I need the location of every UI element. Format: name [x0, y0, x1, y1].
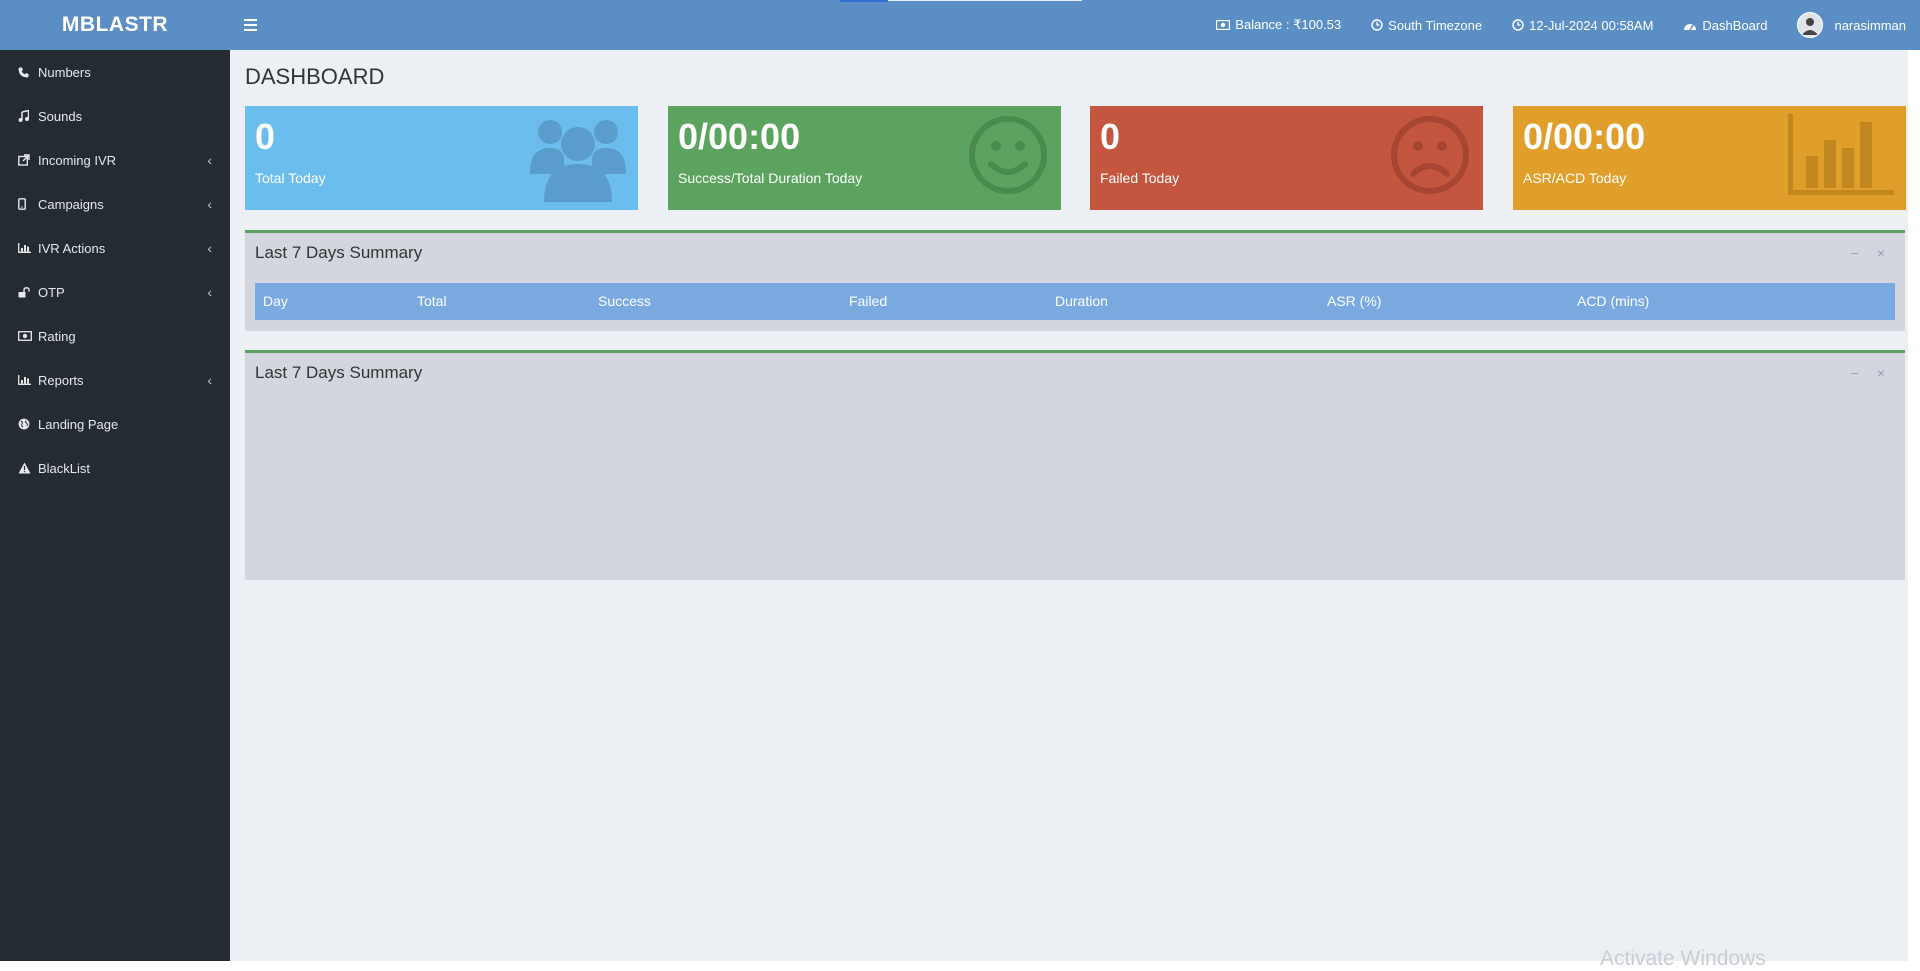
datetime-text: 12-Jul-2024 00:58AM: [1529, 17, 1654, 33]
stat-failed-today: 0 Failed Today: [1090, 106, 1483, 210]
chevron-left-icon[interactable]: ‹: [207, 240, 212, 256]
sidebar: Numbers Sounds Incoming IVR ‹ Campaigns ‹ IVR …: [0, 50, 230, 961]
mobile-icon: [18, 198, 38, 210]
external-link-icon: [18, 154, 38, 166]
panel-tools: − ×: [1851, 245, 1885, 261]
stat-value: 0/00:00: [1523, 116, 1646, 157]
top-navbar: Balance : ₹100.53 South Timezone 12-Jul-…: [230, 0, 1920, 50]
activate-windows-watermark: Activate Windows: [1600, 947, 1766, 970]
page-title: DASHBOARD: [245, 64, 385, 89]
top-accent-bar: [840, 0, 888, 2]
menu-toggle-icon[interactable]: [244, 15, 260, 35]
username: narasimman: [1834, 17, 1906, 33]
bar-chart-icon: [18, 243, 38, 253]
column-header-duration[interactable]: Duration: [1055, 293, 1108, 309]
sidebar-item-blacklist[interactable]: BlackList: [0, 446, 230, 490]
balance-indicator[interactable]: Balance : ₹100.53: [1216, 17, 1341, 33]
dashboard-link-text: DashBoard: [1702, 17, 1768, 33]
money-icon: [18, 331, 38, 341]
sidebar-item-label: Rating: [38, 328, 76, 344]
avatar: [1797, 12, 1824, 38]
sidebar-item-label: Reports: [38, 372, 84, 388]
stat-asr-acd-today: 0/00:00 ASR/ACD Today: [1513, 106, 1906, 210]
stat-label: Total Today: [255, 170, 326, 186]
brand-logo[interactable]: MBLASTR: [0, 0, 230, 50]
frown-icon: [1391, 116, 1469, 194]
minimize-icon[interactable]: −: [1851, 245, 1859, 261]
column-header-total[interactable]: Total: [417, 293, 447, 309]
summary-panel-table: Last 7 Days Summary − × Day Total Succes…: [245, 230, 1905, 331]
sidebar-item-landing-page[interactable]: Landing Page: [0, 402, 230, 446]
stat-value: 0: [255, 116, 276, 157]
sidebar-item-rating[interactable]: Rating: [0, 314, 230, 358]
app-window: MBLASTR Balance : ₹100.53 South Timezone: [0, 0, 1920, 970]
datetime-indicator[interactable]: 12-Jul-2024 00:58AM: [1512, 18, 1653, 33]
stat-label: Failed Today: [1100, 170, 1180, 186]
chevron-left-icon[interactable]: ‹: [207, 196, 212, 212]
timezone-indicator[interactable]: South Timezone: [1371, 18, 1482, 33]
sidebar-menu: Numbers Sounds Incoming IVR ‹ Campaigns ‹ IVR …: [0, 50, 230, 490]
unlock-icon: [18, 286, 38, 298]
column-header-acd[interactable]: ACD (mins): [1577, 293, 1649, 309]
sidebar-item-reports[interactable]: Reports ‹: [0, 358, 230, 402]
panel-title: Last 7 Days Summary: [255, 243, 423, 262]
bar-chart-icon: [1788, 114, 1894, 195]
stat-label: Success/Total Duration Today: [678, 170, 863, 186]
sidebar-item-numbers[interactable]: Numbers: [0, 50, 230, 94]
sidebar-item-label: Sounds: [38, 108, 83, 124]
chevron-left-icon[interactable]: ‹: [207, 152, 212, 168]
sidebar-item-incoming-ivr[interactable]: Incoming IVR ‹: [0, 138, 230, 182]
stat-value: 0/00:00: [678, 116, 801, 157]
music-icon: [18, 110, 38, 122]
sidebar-item-otp[interactable]: OTP ‹: [0, 270, 230, 314]
dashboard-link[interactable]: DashBoard: [1683, 18, 1767, 33]
smile-icon: [969, 116, 1047, 194]
column-header-failed[interactable]: Failed: [849, 293, 887, 309]
stat-value: 0: [1100, 116, 1121, 157]
brand-name: MBLASTR: [61, 13, 169, 36]
column-header-success[interactable]: Success: [598, 293, 651, 309]
sidebar-item-sounds[interactable]: Sounds: [0, 94, 230, 138]
warning-icon: [18, 462, 38, 474]
users-icon: [530, 120, 626, 202]
sidebar-item-campaigns[interactable]: Campaigns ‹: [0, 182, 230, 226]
summary-panel-chart: Last 7 Days Summary − ×: [245, 350, 1905, 580]
minimize-icon[interactable]: −: [1851, 365, 1859, 381]
right-edge: [1908, 50, 1920, 961]
stat-label: ASR/ACD Today: [1523, 170, 1627, 186]
clock-icon: [1512, 19, 1524, 31]
chevron-left-icon[interactable]: ‹: [207, 284, 212, 300]
globe-icon: [18, 418, 38, 430]
user-avatar-icon: [1802, 18, 1819, 35]
sidebar-item-label: BlackList: [38, 460, 91, 476]
sidebar-item-ivr-actions[interactable]: IVR Actions ‹: [0, 226, 230, 270]
user-menu[interactable]: narasimman: [1797, 12, 1906, 38]
balance-text: Balance : ₹100.53: [1235, 17, 1342, 32]
sidebar-item-label: Incoming IVR: [38, 152, 117, 168]
close-icon[interactable]: ×: [1877, 245, 1885, 261]
timezone-text: South Timezone: [1388, 17, 1483, 33]
top-accent-line: [888, 0, 1082, 1]
bar-chart-icon: [18, 375, 38, 385]
main-content: DASHBOARD 0 Total Today 0/00:00 Success/…: [230, 50, 1908, 961]
panel-tools: − ×: [1851, 365, 1885, 381]
panel-title: Last 7 Days Summary: [255, 363, 423, 382]
sidebar-item-label: IVR Actions: [38, 240, 106, 256]
table-header-row: Day Total Success Failed Duration ASR (%…: [255, 283, 1895, 320]
sidebar-item-label: Numbers: [38, 64, 91, 80]
sidebar-item-label: OTP: [38, 284, 65, 300]
chevron-left-icon[interactable]: ‹: [207, 372, 212, 388]
column-header-day[interactable]: Day: [263, 293, 288, 309]
stat-success-duration-today: 0/00:00 Success/Total Duration Today: [668, 106, 1061, 210]
phone-icon: [18, 67, 38, 78]
close-icon[interactable]: ×: [1877, 365, 1885, 381]
sidebar-item-label: Campaigns: [38, 196, 104, 212]
column-header-asr[interactable]: ASR (%): [1327, 293, 1381, 309]
money-icon: [1216, 20, 1231, 30]
navbar-right: Balance : ₹100.53 South Timezone 12-Jul-…: [1216, 0, 1906, 50]
clock-icon: [1371, 19, 1383, 31]
dashboard-icon: [1684, 23, 1697, 30]
sidebar-item-label: Landing Page: [38, 416, 119, 432]
stat-total-today: 0 Total Today: [245, 106, 638, 210]
